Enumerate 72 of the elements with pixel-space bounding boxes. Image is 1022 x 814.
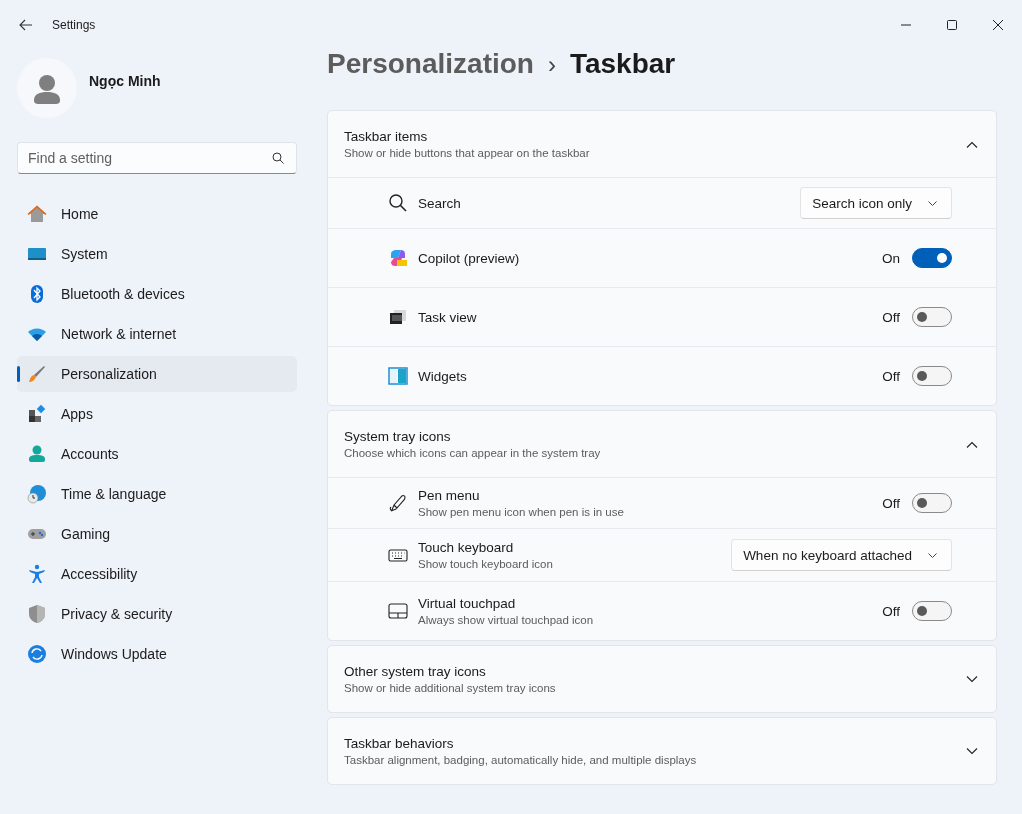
nav-item[interactable]: Privacy & security xyxy=(17,596,297,632)
section-header[interactable]: Taskbar behaviors Taskbar alignment, badging, automatically hide, and multiple displays xyxy=(328,718,996,784)
section-header[interactable]: Taskbar items Show or hide buttons that appear on the taskbar xyxy=(328,111,996,177)
section-header[interactable]: Other system tray icons Show or hide additional system tray icons xyxy=(328,646,996,712)
paintbrush-icon xyxy=(27,364,47,384)
widgets-icon xyxy=(388,366,408,386)
toggle-switch[interactable] xyxy=(912,307,952,327)
toggle-state-label: Off xyxy=(882,309,900,325)
section-subtitle: Taskbar alignment, badging, automatically hide, and multiple displays xyxy=(344,754,698,766)
setting-description: Show pen menu icon when pen is in use xyxy=(418,506,625,518)
setting-label: Widgets xyxy=(418,368,468,384)
nav-item[interactable]: Apps xyxy=(17,396,297,432)
nav-item[interactable]: Network & internet xyxy=(17,316,297,352)
sync-icon xyxy=(27,644,47,664)
page-title: Taskbar xyxy=(569,48,676,80)
section-subtitle: Show or hide additional system tray icons xyxy=(344,682,557,694)
section-title: Taskbar items xyxy=(344,129,429,144)
setting-label: Pen menu xyxy=(418,488,481,503)
avatar-icon xyxy=(17,58,77,118)
chevron-down-icon xyxy=(928,552,937,558)
toggle-state-label: Off xyxy=(882,603,900,619)
section-header[interactable]: System tray icons Choose which icons can appear in the system tray xyxy=(328,411,996,477)
chevron-down-icon xyxy=(928,200,937,206)
back-icon[interactable] xyxy=(19,19,33,31)
search-icon xyxy=(272,152,284,164)
globe-clock-icon xyxy=(27,484,47,504)
pen-icon xyxy=(388,493,408,513)
toggle-switch[interactable] xyxy=(912,601,952,621)
toggle-state-label: On xyxy=(882,250,900,266)
nav-item[interactable]: Time & language xyxy=(17,476,297,512)
user-name: Ngọc Minh xyxy=(89,73,161,89)
nav-item[interactable]: System xyxy=(17,236,297,272)
search-field[interactable]: Find a setting xyxy=(17,142,297,174)
nav-item[interactable]: Personalization xyxy=(17,356,297,392)
person-icon xyxy=(27,444,47,464)
toggle-state-label: Off xyxy=(882,495,900,511)
setting-label: Search xyxy=(418,195,462,211)
apps-icon xyxy=(27,404,47,424)
home-icon xyxy=(27,204,47,224)
task-view-icon xyxy=(388,307,408,327)
breadcrumb-parent[interactable]: Personalization xyxy=(327,48,534,80)
nav-item[interactable]: Gaming xyxy=(17,516,297,552)
dropdown[interactable]: Search icon only xyxy=(800,187,952,219)
maximize-icon[interactable] xyxy=(947,20,957,30)
toggle-switch[interactable] xyxy=(912,366,952,386)
section-subtitle: Choose which icons can appear in the system tray xyxy=(344,447,602,459)
setting-label: Touch keyboard xyxy=(418,540,515,555)
setting-description: Always show virtual touchpad icon xyxy=(418,614,595,626)
setting-label: Virtual touchpad xyxy=(418,596,517,611)
window-title: Settings xyxy=(52,18,96,32)
dropdown[interactable]: When no keyboard attached xyxy=(731,539,952,571)
close-icon[interactable] xyxy=(993,20,1003,30)
nav-item[interactable]: Bluetooth & devices xyxy=(17,276,297,312)
breadcrumb-separator: › xyxy=(547,51,556,79)
setting-description: Show touch keyboard icon xyxy=(418,558,554,570)
toggle-state-label: Off xyxy=(882,368,900,384)
setting-label: Task view xyxy=(418,309,478,325)
search-icon xyxy=(388,193,408,213)
toggle-switch[interactable] xyxy=(912,248,952,268)
section-title: Taskbar behaviors xyxy=(344,736,455,751)
touchpad-icon xyxy=(388,601,408,621)
setting-label: Copilot (preview) xyxy=(418,250,521,266)
shield-icon xyxy=(27,604,47,624)
accessibility-icon xyxy=(27,564,47,584)
nav-item[interactable]: Accounts xyxy=(17,436,297,472)
nav-item[interactable]: Accessibility xyxy=(17,556,297,592)
section-subtitle: Show or hide buttons that appear on the taskbar xyxy=(344,147,591,159)
nav-item[interactable]: Home xyxy=(17,196,297,232)
section-title: System tray icons xyxy=(344,429,452,444)
toggle-switch[interactable] xyxy=(912,493,952,513)
section-title: Other system tray icons xyxy=(344,664,487,679)
nav-item[interactable]: Windows Update xyxy=(17,636,297,672)
